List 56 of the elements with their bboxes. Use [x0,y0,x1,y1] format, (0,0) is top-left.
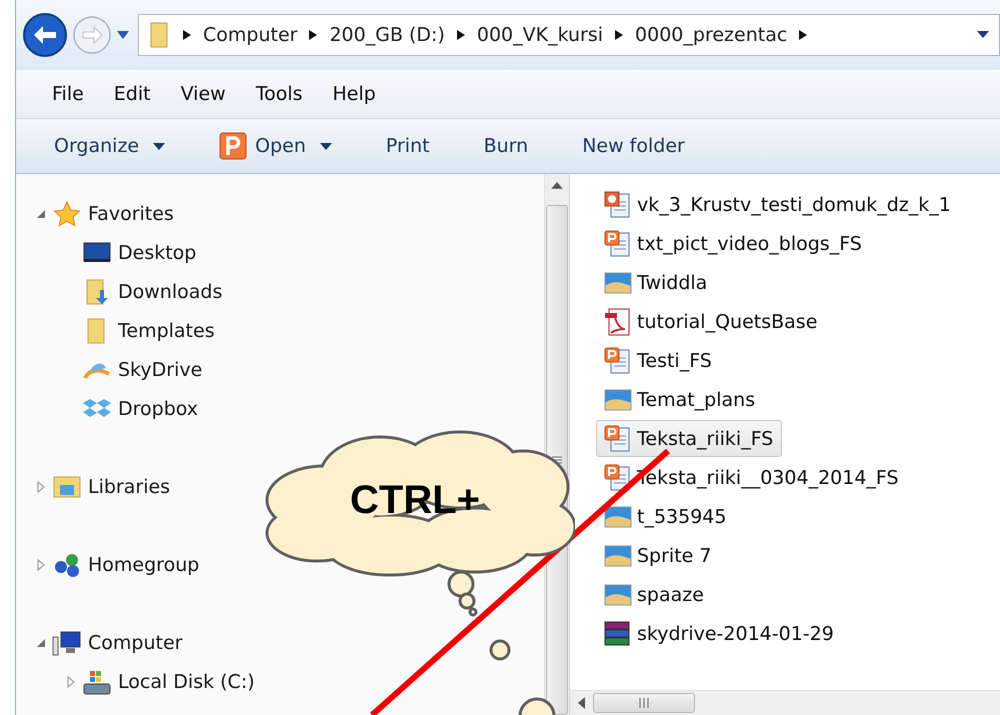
horizontal-scrollbar[interactable] [570,690,1000,715]
caret-icon [320,142,332,150]
toolbar-button[interactable]: Open [217,128,334,164]
grip-icon [638,698,650,708]
file-list-entry[interactable]: Twiddla [596,264,716,301]
toolbar-button[interactable]: Organize [52,131,168,161]
collapse-arrow-icon[interactable] [36,208,46,220]
nav-item[interactable]: Downloads [118,280,222,302]
menu-item[interactable]: File [52,83,84,105]
menu-item[interactable]: Edit [114,83,151,105]
dropdown-caret-icon[interactable] [977,31,989,39]
nav-item[interactable]: Favorites [88,202,174,224]
nav-item[interactable]: Computer [88,632,182,654]
toolbar-button[interactable]: New folder [580,131,687,161]
file-list-entry[interactable]: Testi_FS [596,342,721,379]
nav-item[interactable]: Templates [118,320,215,342]
nav-item[interactable]: Libraries [88,476,170,498]
nav-item[interactable]: Dropbox [118,398,198,420]
collapse-arrow-icon[interactable] [36,636,46,648]
computer-icon [52,628,82,656]
file-list-entry[interactable]: t_535945 [596,498,736,535]
presentation-icon [219,132,248,160]
chevron-right-icon[interactable] [456,30,465,40]
scroll-left-arrow-icon[interactable] [578,697,585,709]
file-list-entry[interactable]: Teksta_riiki_FS [596,420,782,457]
scroll-up-arrow-icon[interactable] [551,182,563,189]
nav-item[interactable]: Local Disk (C:) [118,670,255,692]
chevron-right-icon[interactable] [799,30,808,40]
menu-item[interactable]: View [180,83,226,105]
nav-item[interactable]: SkyDrive [118,358,202,380]
file-list-entry[interactable]: skydrive-2014-01-29 [596,615,843,652]
file-list-entry[interactable]: txt_pict_video_blogs_FS [596,225,871,262]
toolbar-button[interactable]: Print [384,131,432,161]
star-icon [52,200,82,228]
file-list-entry[interactable]: Sprite 7 [596,537,720,574]
menu-item[interactable]: Help [332,83,376,105]
breadcrumb[interactable]: Computer [203,24,298,46]
nav-item[interactable]: Homegroup [88,554,200,576]
history-dropdown-icon[interactable] [116,30,130,40]
file-list-entry[interactable]: spaaze [596,576,713,613]
toolbar-button[interactable]: Burn [482,131,530,161]
address-bar[interactable]: Computer 200_GB (D:) 000_VK_kursi 0000_prezentac [138,14,1000,56]
menu-item[interactable]: Tools [256,83,302,105]
caret-icon [153,142,166,150]
back-button[interactable] [22,12,68,58]
file-list-entry[interactable]: vk_3_Krustv_testi_domuk_dz_k_1 [596,186,960,223]
file-list-entry[interactable]: Temat_plans [596,381,764,418]
chevron-right-icon[interactable] [615,30,624,40]
chevron-right-icon[interactable] [183,30,191,40]
breadcrumb[interactable]: 0000_prezentac [635,24,788,46]
nav-item[interactable]: Desktop [118,242,196,264]
breadcrumb[interactable]: 200_GB (D:) [329,24,445,46]
callout-text: CTRL+ [350,478,480,523]
chevron-right-icon[interactable] [309,30,318,40]
breadcrumb[interactable]: 000_VK_kursi [476,24,604,46]
file-list-entry[interactable]: tutorial_QuetsBase [596,303,826,340]
